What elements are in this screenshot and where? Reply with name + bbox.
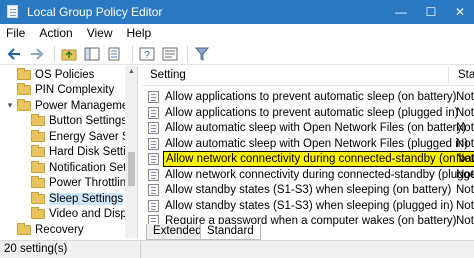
scrollbar-thumb[interactable] xyxy=(128,152,135,186)
tree-item-label: Recovery xyxy=(35,223,84,236)
group-policy-app-icon xyxy=(6,5,21,19)
setting-row[interactable]: Allow standby states (S1-S3) when sleepi… xyxy=(142,182,474,198)
setting-row[interactable]: Allow automatic sleep with Open Network … xyxy=(142,120,474,136)
policy-setting-icon xyxy=(148,199,159,212)
menu-file[interactable]: File xyxy=(0,24,33,43)
toolbar: ? xyxy=(0,43,474,65)
tree-item[interactable]: Energy Saver Settings xyxy=(20,129,137,144)
column-state-header[interactable]: Stat xyxy=(458,69,474,81)
setting-name: Allow automatic sleep with Open Network … xyxy=(165,137,468,150)
folder-icon xyxy=(17,67,31,80)
setting-state: Not xyxy=(456,184,474,196)
help-icon[interactable]: ? xyxy=(137,45,157,63)
title-bar: Local Group Policy Editor — ☐ ✕ xyxy=(0,0,474,24)
setting-state: Not xyxy=(456,91,474,103)
toolbar-separator xyxy=(187,45,188,62)
svg-text:?: ? xyxy=(144,50,150,61)
tree-item[interactable]: Button Settings xyxy=(20,114,127,129)
tree-item-label: OS Policies xyxy=(35,68,95,81)
show-hide-tree-icon[interactable] xyxy=(82,45,102,63)
column-divider[interactable] xyxy=(448,66,449,86)
column-header: Setting Stat xyxy=(142,66,474,86)
folder-icon xyxy=(17,98,31,111)
properties-icon[interactable] xyxy=(160,45,180,63)
toolbar-separator xyxy=(132,45,133,62)
expand-chevron-icon[interactable]: ▾ xyxy=(6,100,14,111)
policy-setting-icon xyxy=(148,106,159,119)
policy-setting-icon xyxy=(148,91,159,103)
menu-view[interactable]: View xyxy=(81,24,121,43)
policy-setting-icon xyxy=(148,122,159,134)
setting-row[interactable]: Allow automatic sleep with Open Network … xyxy=(142,136,474,152)
minimize-button[interactable]: — xyxy=(386,0,416,24)
setting-row[interactable]: Allow applications to prevent automatic … xyxy=(142,89,474,105)
tree-item[interactable]: PIN Complexity xyxy=(6,83,114,98)
tree-item[interactable]: Power Throttling Settings xyxy=(20,176,137,191)
forward-arrow-icon[interactable] xyxy=(27,45,47,63)
tree-item-label: Power Management xyxy=(35,99,138,112)
setting-row[interactable]: Allow standby states (S1-S3) when sleepi… xyxy=(142,198,474,214)
setting-name: Allow standby states (S1-S3) when sleepi… xyxy=(165,184,452,196)
setting-name: Allow standby states (S1-S3) when sleepi… xyxy=(165,199,454,212)
policy-setting-icon xyxy=(148,168,159,181)
back-arrow-icon[interactable] xyxy=(4,45,24,63)
tree-item[interactable]: Hard Disk Settings xyxy=(20,145,137,160)
setting-name: Allow network connectivity during connec… xyxy=(163,151,474,167)
tree-item[interactable]: Notification Settings xyxy=(20,160,137,175)
folder-icon xyxy=(31,114,45,126)
column-setting-header[interactable]: Setting xyxy=(150,69,186,81)
folder-icon xyxy=(31,176,45,188)
setting-state: Not xyxy=(456,168,474,181)
policy-setting-icon xyxy=(148,137,159,150)
tree-item[interactable]: Sleep Settings xyxy=(20,191,124,206)
setting-state: Not xyxy=(456,199,474,212)
tree-pane: OS Policies PIN Complexity ▾ Power Manageme… xyxy=(0,66,138,238)
status-bar: 20 setting(s) xyxy=(0,240,474,258)
toolbar-separator xyxy=(54,45,55,62)
tree-item[interactable]: Recovery xyxy=(6,222,84,237)
folder-icon xyxy=(31,129,45,142)
setting-name: Allow automatic sleep with Open Network … xyxy=(165,122,467,134)
tree-item[interactable]: Video and Display xyxy=(20,207,137,222)
status-divider xyxy=(140,241,141,258)
export-list-icon[interactable] xyxy=(105,45,125,63)
setting-state: Not xyxy=(456,122,474,134)
setting-name: Allow applications to prevent automatic … xyxy=(165,106,459,119)
view-tabs: Extended Standard xyxy=(142,224,474,240)
setting-name: Allow applications to prevent automatic … xyxy=(165,91,457,103)
tree-item-label: Sleep Settings xyxy=(49,192,124,205)
settings-list: Setting Stat Allow applications to preve… xyxy=(142,66,474,249)
folder-icon xyxy=(31,160,45,173)
setting-state: Not xyxy=(456,137,474,150)
tree-scrollbar[interactable]: ▲ xyxy=(125,66,137,238)
folder-icon xyxy=(31,145,45,157)
tree-item[interactable]: ▾ Power Management xyxy=(6,98,138,113)
folder-icon xyxy=(17,83,31,95)
filter-icon[interactable] xyxy=(192,45,212,63)
setting-state: Not xyxy=(456,106,474,119)
setting-row[interactable]: Allow applications to prevent automatic … xyxy=(142,105,474,121)
policy-setting-icon xyxy=(148,153,159,165)
maximize-button[interactable]: ☐ xyxy=(416,0,446,24)
tree-item[interactable]: OS Policies xyxy=(6,67,94,82)
up-folder-icon[interactable] xyxy=(59,45,79,63)
policy-setting-icon xyxy=(148,184,159,196)
scroll-up-icon[interactable]: ▲ xyxy=(127,68,136,75)
tree-item-label: Button Settings xyxy=(49,115,127,127)
folder-icon xyxy=(17,222,31,235)
menu-bar: File Action View Help xyxy=(0,24,474,43)
folder-icon xyxy=(31,207,45,219)
folder-icon xyxy=(31,191,45,204)
tree-item-label: PIN Complexity xyxy=(35,84,115,96)
setting-row[interactable]: Allow network connectivity during connec… xyxy=(142,167,474,183)
menu-action[interactable]: Action xyxy=(33,24,80,43)
menu-help[interactable]: Help xyxy=(121,24,160,43)
window-title: Local Group Policy Editor xyxy=(27,5,163,19)
tab-standard[interactable]: Standard xyxy=(200,224,261,240)
setting-state: Not xyxy=(456,153,474,165)
status-count: 20 setting(s) xyxy=(4,243,68,255)
close-button[interactable]: ✕ xyxy=(446,0,474,24)
setting-row[interactable]: Allow network connectivity during connec… xyxy=(142,151,474,167)
setting-name: Allow network connectivity during connec… xyxy=(165,168,474,181)
